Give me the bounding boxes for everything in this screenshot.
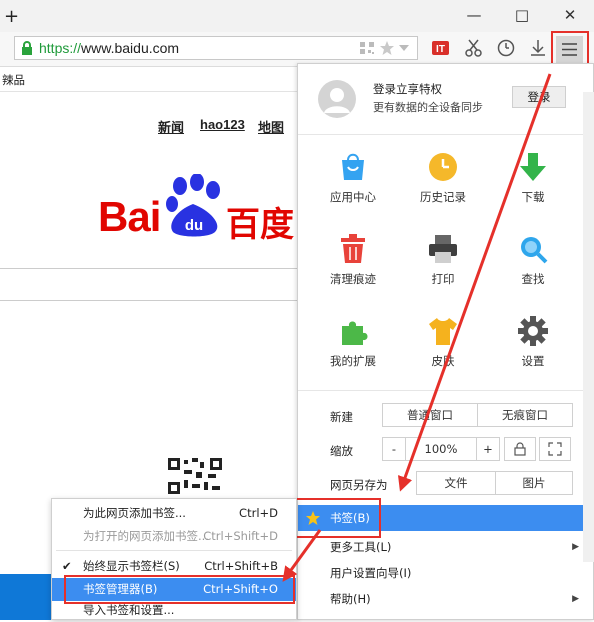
- annotation-arrow-1: [397, 73, 552, 492]
- annotation-arrow-2: [282, 529, 322, 582]
- annotation-arrows: [282, 73, 552, 582]
